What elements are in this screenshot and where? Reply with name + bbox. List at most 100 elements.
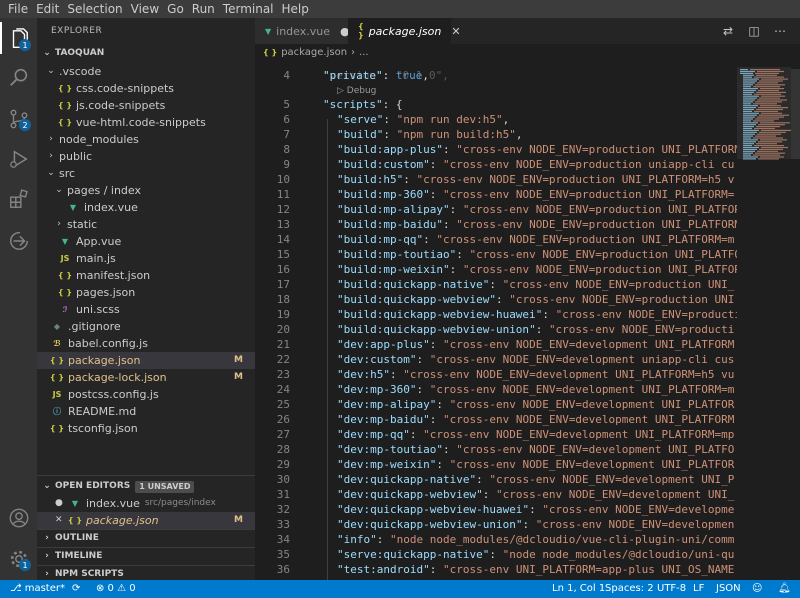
minimap-line bbox=[743, 148, 757, 150]
folder-item[interactable]: ⌄ pages / index bbox=[37, 182, 255, 199]
json-key: build:mp-alipay bbox=[343, 203, 443, 216]
line-number: 13 bbox=[276, 218, 290, 231]
code-text: "scripts": { bbox=[323, 98, 403, 111]
menu-go[interactable]: Go bbox=[163, 2, 188, 16]
minimap-line bbox=[743, 88, 758, 90]
file-item[interactable]: { } js.code-snippets bbox=[37, 97, 255, 114]
workspace-root[interactable]: ⌄ TAOQUAN bbox=[37, 45, 255, 62]
tree-label: pages / index bbox=[67, 184, 141, 197]
minimap-line bbox=[757, 116, 784, 118]
code-editor[interactable]: "version": "0.1.0", 4 "private": true, ▷ D… bbox=[255, 61, 737, 580]
json-value: "cross-env NODE_ENV=production UNI_PLATF… bbox=[462, 263, 737, 276]
file-item[interactable]: ℬbabel.config.js bbox=[37, 335, 255, 352]
notifications-bell-icon[interactable]: 🔔︎ bbox=[778, 580, 791, 598]
folder-item[interactable]: › static bbox=[37, 216, 255, 233]
branch-label: master* bbox=[24, 583, 65, 594]
breadcrumb-file[interactable]: package.json bbox=[281, 47, 347, 58]
feedback-icon[interactable]: ☺ bbox=[752, 580, 762, 598]
language-mode[interactable]: JSON bbox=[716, 580, 741, 598]
code-text: "dev:mp-alipay": "cross-env NODE_ENV=dev… bbox=[337, 398, 735, 411]
open-editor-item[interactable]: ● ▼ index.vue src/pages/index bbox=[37, 495, 255, 512]
source-control-icon[interactable]: 2 bbox=[6, 106, 31, 131]
extensions-icon[interactable] bbox=[6, 186, 31, 211]
file-item[interactable]: { } manifest.json bbox=[37, 267, 255, 284]
file-item[interactable]: JS main.js bbox=[37, 250, 255, 267]
file-item[interactable]: ◆ .gitignore bbox=[37, 318, 255, 335]
file-item[interactable]: ℐuni.scss bbox=[37, 301, 255, 318]
file-item[interactable]: { } css.code-snippets bbox=[37, 80, 255, 97]
more-actions-icon[interactable]: ⋯ bbox=[771, 22, 789, 40]
file-item[interactable]: ▼ index.vue bbox=[37, 199, 255, 216]
close-icon[interactable]: ✕ bbox=[55, 512, 67, 529]
eol-status[interactable]: LF bbox=[693, 580, 704, 598]
json-key: dev:mp-qq bbox=[343, 428, 404, 441]
menu-file[interactable]: File bbox=[4, 2, 32, 16]
json-key: test:android bbox=[343, 563, 424, 576]
split-editor-icon[interactable]: ◫ bbox=[745, 22, 763, 40]
encoding-status[interactable]: UTF-8 bbox=[657, 580, 686, 598]
minimap-line bbox=[743, 143, 754, 145]
open-editors-header[interactable]: ⌄ OPEN EDITORS 1 UNSAVED bbox=[37, 478, 255, 495]
file-item[interactable]: JS postcss.config.js bbox=[37, 386, 255, 403]
menu-terminal[interactable]: Terminal bbox=[219, 2, 278, 16]
tree-label: .vscode bbox=[59, 65, 102, 78]
menu-bar: File Edit Selection View Go Run Terminal Help bbox=[0, 0, 800, 18]
search-icon[interactable] bbox=[6, 64, 31, 89]
minimap-line bbox=[759, 114, 789, 116]
line-number: 23 bbox=[276, 368, 290, 381]
tab-package-json[interactable]: { } package.json ✕ bbox=[348, 18, 461, 44]
folder-item[interactable]: › public bbox=[37, 148, 255, 165]
json-value: "cross-env NODE_ENV=production UNI_PLATF… bbox=[456, 143, 737, 156]
json-key: dev:h5 bbox=[343, 368, 384, 381]
file-item[interactable]: { } package-lock.json M bbox=[37, 369, 255, 386]
cursor-position[interactable]: Ln 1, Col 1 bbox=[552, 580, 605, 598]
manage-gear-icon[interactable]: 1 bbox=[6, 546, 31, 571]
js-file-icon: JS bbox=[60, 254, 70, 263]
code-text: "build:quickapp-native": "cross-env NODE… bbox=[337, 278, 735, 291]
folder-item[interactable]: ⌄ src bbox=[37, 165, 255, 182]
json-value: "cross-env NODE_ENV=development uniapp-c… bbox=[429, 353, 735, 366]
minimap-line bbox=[743, 114, 757, 116]
remote-explorer-icon[interactable] bbox=[6, 228, 31, 253]
file-item[interactable]: { } package.json M bbox=[37, 352, 255, 369]
problems-status[interactable]: ⊗ 0 ⚠ 0 bbox=[96, 580, 136, 598]
breadcrumb-more[interactable]: ... bbox=[359, 47, 369, 58]
file-item[interactable]: { } vue-html.code-snippets bbox=[37, 114, 255, 131]
minimap-line bbox=[743, 127, 752, 130]
menu-selection[interactable]: Selection bbox=[63, 2, 126, 16]
file-item[interactable]: { } pages.json bbox=[37, 284, 255, 301]
code-text: "build:quickapp-webview-union": "cross-e… bbox=[337, 323, 735, 336]
menu-view[interactable]: View bbox=[127, 2, 163, 16]
code-text: "build:mp-toutiao": "cross-env NODE_ENV=… bbox=[337, 247, 737, 262]
branch-status[interactable]: ⎇ master* bbox=[10, 580, 65, 598]
sync-icon[interactable]: ⟳ bbox=[72, 580, 80, 598]
menu-edit[interactable]: Edit bbox=[32, 2, 63, 16]
close-icon[interactable]: ✕ bbox=[451, 25, 460, 38]
open-editor-item[interactable]: ✕{ } package.json M bbox=[37, 512, 255, 529]
account-icon[interactable] bbox=[6, 505, 31, 530]
indentation-status[interactable]: Spaces: 2 bbox=[605, 580, 654, 598]
vertical-scrollbar[interactable] bbox=[791, 61, 800, 580]
json-value: "npm run dev:h5" bbox=[396, 113, 503, 126]
section-npm-scripts[interactable]: › NPM SCRIPTS bbox=[37, 566, 255, 580]
line-number: 6 bbox=[283, 113, 290, 126]
explorer-icon[interactable]: 1 bbox=[6, 26, 31, 51]
open-changes-icon[interactable]: ⇄ bbox=[719, 22, 737, 40]
folder-item[interactable]: › node_modules bbox=[37, 131, 255, 148]
run-debug-icon[interactable] bbox=[6, 146, 31, 171]
git-branch-icon: ⎇ bbox=[10, 583, 25, 594]
section-timeline[interactable]: › TIMELINE bbox=[37, 548, 255, 565]
minimap-line bbox=[743, 133, 755, 135]
section-outline[interactable]: › OUTLINE bbox=[37, 530, 255, 547]
unsaved-dot-icon[interactable]: ● bbox=[55, 495, 67, 512]
file-item[interactable]: ▼ App.vue bbox=[37, 233, 255, 250]
tab-index-vue[interactable]: ▼ index.vue ● bbox=[255, 18, 350, 44]
minimap-line bbox=[740, 72, 753, 74]
menu-help[interactable]: Help bbox=[278, 2, 313, 16]
file-item[interactable]: ⓘ README.md bbox=[37, 403, 255, 420]
folder-item[interactable]: ⌄ .vscode bbox=[37, 63, 255, 80]
activity-bar: 1 2 1 bbox=[0, 18, 37, 580]
menu-run[interactable]: Run bbox=[188, 2, 219, 16]
code-text: "test:android": "cross-env UNI_PLATFORM=… bbox=[337, 563, 735, 576]
file-item[interactable]: { } tsconfig.json bbox=[37, 420, 255, 437]
